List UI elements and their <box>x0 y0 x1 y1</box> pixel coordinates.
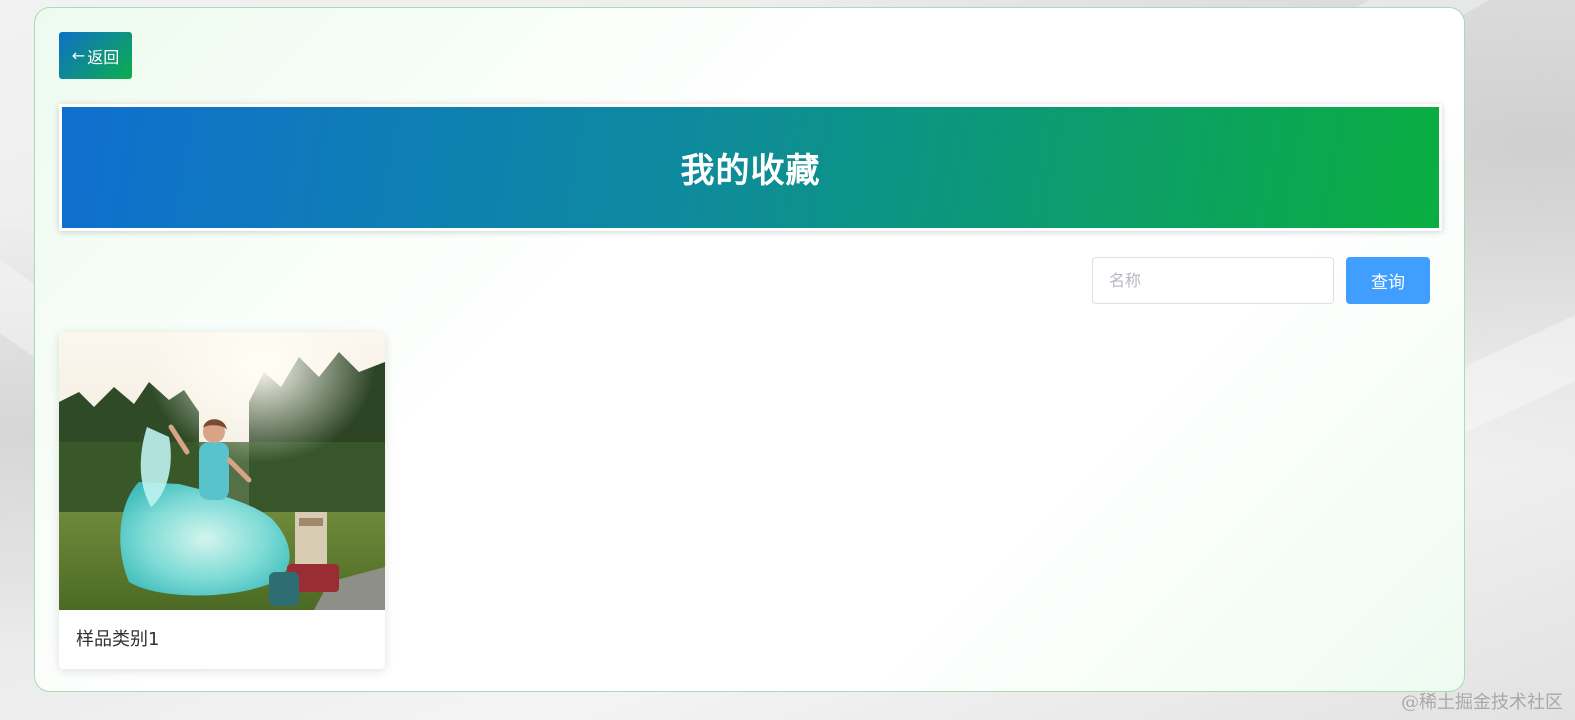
wedding-dress-photo <box>59 332 385 610</box>
favorites-panel: ← 返回 我的收藏 查询 <box>34 7 1465 692</box>
name-search-input[interactable] <box>1092 257 1334 304</box>
back-button-label: 返回 <box>87 47 120 67</box>
query-button[interactable]: 查询 <box>1346 257 1430 304</box>
favorite-card-title: 样品类别1 <box>76 629 160 650</box>
page-title: 我的收藏 <box>680 151 821 191</box>
banner-gradient: 我的收藏 <box>62 107 1439 228</box>
favorite-card[interactable]: 样品类别1 <box>59 332 385 669</box>
arrow-left-icon: ← <box>71 45 86 65</box>
page-banner: 我的收藏 <box>59 104 1442 231</box>
watermark: @稀土掘金技术社区 <box>1401 692 1563 713</box>
back-button[interactable]: ← 返回 <box>59 32 132 79</box>
